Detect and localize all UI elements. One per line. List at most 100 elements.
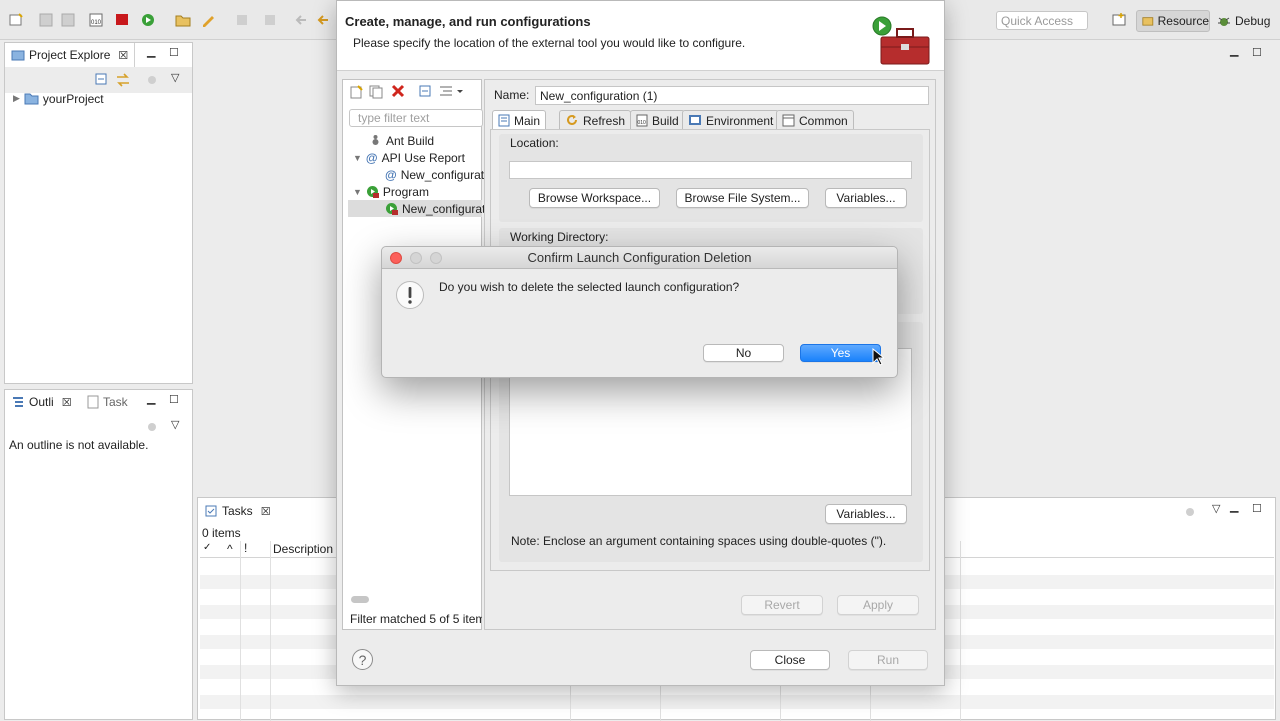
maximize-icon[interactable]: ☐: [1252, 502, 1262, 515]
perspective-resource-label: Resource: [1157, 14, 1209, 28]
tab-refresh[interactable]: Refresh: [559, 110, 632, 130]
location-variables-button[interactable]: Variables...: [825, 188, 907, 208]
maximize-icon[interactable]: ☐: [169, 393, 179, 406]
minimize-icon[interactable]: ▁: [1230, 44, 1238, 57]
flag-icon[interactable]: [114, 12, 130, 28]
yes-button[interactable]: Yes: [800, 344, 881, 362]
tab-label: Main: [514, 113, 541, 128]
focus-icon[interactable]: [1183, 506, 1197, 518]
close-button[interactable]: Close: [750, 650, 830, 670]
program-icon: [366, 186, 379, 198]
run-icon[interactable]: [140, 12, 156, 28]
tree-item-api-config[interactable]: @ New_configurat: [385, 166, 484, 183]
location-input[interactable]: [509, 161, 912, 179]
delete-config-icon[interactable]: [391, 84, 405, 98]
tasks-count: 0 items: [202, 526, 241, 540]
maximize-icon[interactable]: ☐: [1252, 46, 1262, 59]
quick-access-input[interactable]: Quick Access: [996, 11, 1088, 30]
project-name: yourProject: [42, 91, 104, 106]
duplicate-config-icon[interactable]: [369, 85, 383, 99]
close-icon[interactable]: ☒: [118, 49, 128, 62]
filter-text-input[interactable]: type filter text: [349, 109, 483, 127]
expand-arrow-icon[interactable]: ▼: [353, 153, 362, 163]
no-button[interactable]: No: [703, 344, 784, 362]
binary-icon[interactable]: 010: [88, 12, 104, 28]
revert-button[interactable]: Revert: [741, 595, 823, 615]
tree-item-label: API Use Report: [381, 150, 465, 165]
nav-icon[interactable]: [234, 12, 250, 28]
back-icon[interactable]: [294, 12, 310, 28]
save-icon[interactable]: [38, 12, 54, 28]
collapse-all-icon[interactable]: [419, 85, 433, 99]
warning-icon: [396, 281, 424, 309]
minimize-icon[interactable]: ▁: [147, 392, 155, 405]
tasks-tab[interactable]: Tasks ☒: [198, 499, 277, 523]
column-priority[interactable]: ^: [227, 542, 233, 556]
column-divider: [270, 541, 271, 721]
browse-workspace-button[interactable]: Browse Workspace...: [529, 188, 660, 208]
task-list-tab[interactable]: Task: [81, 390, 134, 414]
main-tab-icon: [498, 114, 510, 127]
apply-button[interactable]: Apply: [837, 595, 919, 615]
build-icon: 010: [636, 114, 648, 127]
refresh-icon: [567, 114, 577, 125]
project-explorer-tab-label: Project Explore: [29, 48, 111, 62]
tree-item-label: Ant Build: [386, 133, 435, 148]
project-explorer-tab[interactable]: Project Explore ☒: [5, 43, 136, 67]
column-complete[interactable]: ✓: [203, 542, 211, 553]
config-name-input[interactable]: New_configuration (1): [535, 86, 929, 105]
arguments-variables-button[interactable]: Variables...: [825, 504, 907, 524]
collapse-all-icon[interactable]: [95, 73, 109, 87]
browse-filesystem-button[interactable]: Browse File System...: [676, 188, 809, 208]
pen-icon[interactable]: [200, 12, 216, 28]
perspective-debug[interactable]: Debug: [1214, 10, 1274, 32]
link-editor-icon[interactable]: [115, 73, 131, 87]
tree-item-label: New_configurat: [402, 201, 486, 216]
column-description[interactable]: Description: [273, 542, 333, 556]
open-folder-icon[interactable]: [175, 12, 191, 28]
tab-environment[interactable]: Environment: [682, 110, 780, 130]
save-all-icon[interactable]: [60, 12, 76, 28]
view-menu-icon[interactable]: ▽: [171, 71, 179, 84]
tree-item-api-use-report[interactable]: ▼ @ API Use Report: [353, 149, 465, 166]
run-button[interactable]: Run: [848, 650, 928, 670]
tree-item-program-config[interactable]: New_configurat: [385, 200, 485, 217]
nav-icon-2[interactable]: [262, 12, 278, 28]
open-perspective-icon[interactable]: [1111, 12, 1127, 28]
column-important[interactable]: !: [244, 541, 247, 555]
new-icon[interactable]: [8, 12, 24, 28]
minimize-icon[interactable]: ▁: [147, 45, 155, 58]
focus-icon[interactable]: [145, 74, 159, 86]
tree-item-program[interactable]: ▼ Program: [353, 183, 429, 200]
maximize-icon[interactable]: ☐: [169, 46, 179, 59]
task-icon: [87, 395, 99, 409]
outline-tab[interactable]: Outli ☒: [5, 390, 78, 414]
new-config-icon[interactable]: [349, 85, 363, 99]
expand-arrow-icon[interactable]: ▶: [13, 93, 20, 104]
tree-item-ant-build[interactable]: Ant Build: [369, 132, 434, 149]
horizontal-scrollbar[interactable]: [351, 596, 369, 603]
tree-item-label: Program: [382, 184, 429, 199]
tab-label: Environment: [706, 113, 774, 128]
help-icon[interactable]: ?: [352, 649, 373, 670]
confirm-message: Do you wish to delete the selected launc…: [439, 280, 740, 294]
outline-icon: [13, 397, 23, 407]
close-icon[interactable]: ☒: [62, 396, 72, 409]
working-dir-label: Working Directory:: [510, 230, 609, 244]
perspective-debug-label: Debug: [1235, 14, 1271, 28]
minimize-icon[interactable]: ▁: [1230, 500, 1238, 513]
close-icon[interactable]: ☒: [261, 505, 271, 518]
tab-common[interactable]: Common: [776, 110, 854, 130]
tab-build[interactable]: 010 Build: [630, 110, 685, 130]
expand-arrow-icon[interactable]: ▼: [353, 187, 362, 197]
confirm-dialog: Confirm Launch Configuration Deletion Do…: [381, 246, 898, 378]
tab-main[interactable]: Main: [492, 110, 547, 130]
view-menu-icon[interactable]: ▽: [1212, 502, 1220, 515]
view-menu-icon[interactable]: ▽: [171, 418, 179, 431]
forward-icon[interactable]: [316, 12, 332, 28]
focus-icon[interactable]: [145, 421, 159, 433]
tree-item-yourproject[interactable]: ▶ yourProject: [13, 90, 104, 107]
filter-icon[interactable]: [439, 84, 465, 98]
perspective-resource[interactable]: Resource: [1136, 10, 1210, 32]
project-folder-icon: [24, 93, 39, 105]
